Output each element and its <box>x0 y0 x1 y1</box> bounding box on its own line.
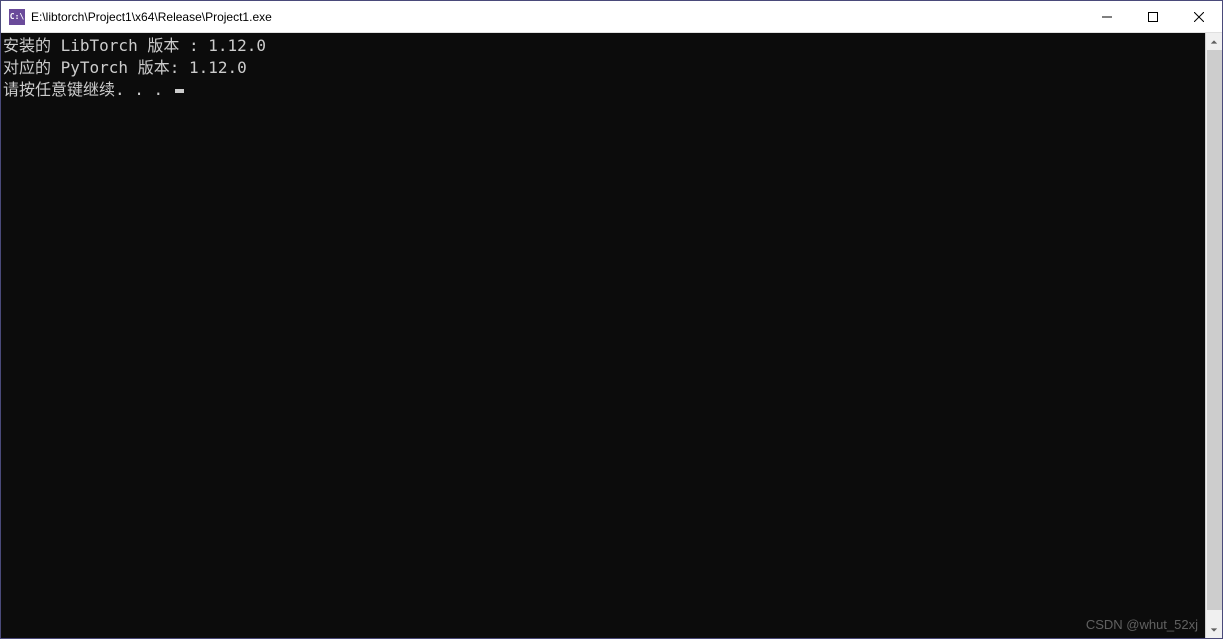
console-line: 安装的 LibTorch 版本 : 1.12.0 <box>3 35 1205 57</box>
titlebar[interactable]: C:\ E:\libtorch\Project1\x64\Release\Pro… <box>1 1 1222 33</box>
scroll-down-button[interactable] <box>1206 621 1222 638</box>
console-window: C:\ E:\libtorch\Project1\x64\Release\Pro… <box>0 0 1223 639</box>
maximize-icon <box>1148 12 1158 22</box>
client-area: 安装的 LibTorch 版本 : 1.12.0对应的 PyTorch 版本: … <box>1 33 1222 638</box>
minimize-icon <box>1102 12 1112 22</box>
cursor-icon <box>175 89 184 93</box>
scroll-thumb[interactable] <box>1207 50 1222 610</box>
chevron-up-icon <box>1210 38 1218 46</box>
maximize-button[interactable] <box>1130 1 1176 32</box>
console-output[interactable]: 安装的 LibTorch 版本 : 1.12.0对应的 PyTorch 版本: … <box>1 33 1205 638</box>
console-line: 对应的 PyTorch 版本: 1.12.0 <box>3 57 1205 79</box>
close-button[interactable] <box>1176 1 1222 32</box>
console-line: 请按任意键继续. . . <box>3 79 1205 101</box>
close-icon <box>1194 12 1204 22</box>
vertical-scrollbar[interactable] <box>1205 33 1222 638</box>
window-title: E:\libtorch\Project1\x64\Release\Project… <box>31 10 1084 24</box>
window-controls <box>1084 1 1222 32</box>
scroll-up-button[interactable] <box>1206 33 1222 50</box>
app-icon: C:\ <box>9 9 25 25</box>
chevron-down-icon <box>1210 626 1218 634</box>
minimize-button[interactable] <box>1084 1 1130 32</box>
